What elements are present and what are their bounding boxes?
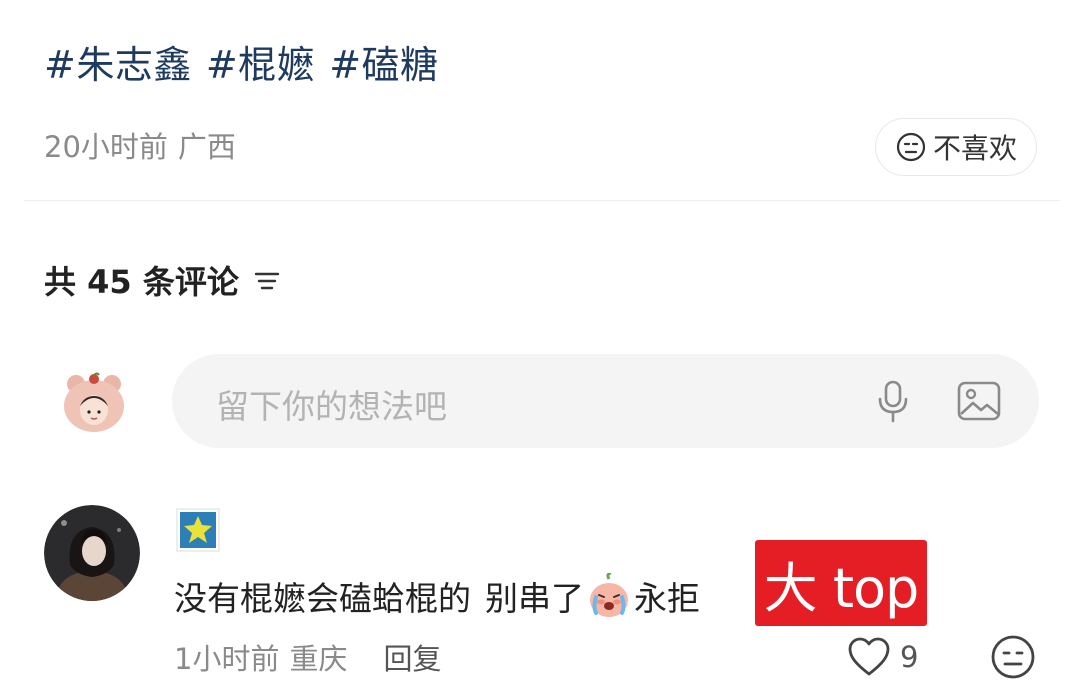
comment-time: 1小时前 bbox=[174, 642, 280, 676]
hashtag-link[interactable]: #棍嬷 bbox=[206, 34, 315, 89]
post-time: 20小时前 bbox=[44, 130, 168, 164]
comment-input-placeholder: 留下你的想法吧 bbox=[216, 387, 447, 426]
comment-text: 没有棍嬷会磕蛤棍的 别串了 永拒 bbox=[174, 566, 700, 626]
avatar[interactable] bbox=[44, 505, 140, 601]
sticker-label: 大 top bbox=[755, 540, 927, 626]
comment-count-label: 共 45 条评论 bbox=[44, 263, 239, 301]
heart-icon bbox=[848, 637, 890, 676]
like-button[interactable]: 9 bbox=[846, 634, 918, 680]
microphone-icon[interactable] bbox=[872, 379, 914, 425]
hashtag-link[interactable]: #磕糖 bbox=[329, 34, 438, 89]
divider bbox=[24, 200, 1060, 201]
crying-peach-emoji bbox=[590, 573, 628, 617]
neutral-face-icon bbox=[896, 132, 926, 162]
comment-meta: 1小时前 重庆 回复 bbox=[174, 636, 441, 678]
comment-text-part: 没有棍嬷会磕蛤棍的 bbox=[174, 579, 471, 618]
post-location: 广西 bbox=[177, 130, 236, 164]
dislike-label: 不喜欢 bbox=[932, 132, 1017, 165]
post-meta: 20小时前 广西 bbox=[44, 124, 236, 166]
hashtag-link[interactable]: #朱志鑫 bbox=[44, 34, 192, 89]
image-icon[interactable] bbox=[956, 380, 1002, 422]
comment-input[interactable]: 留下你的想法吧 bbox=[172, 354, 1039, 448]
comment-location: 重庆 bbox=[289, 642, 348, 676]
sort-lines-icon[interactable] bbox=[251, 264, 283, 296]
comment-count-header: 共 45 条评论 bbox=[44, 256, 283, 304]
comment-text-part: 别串了 bbox=[485, 579, 584, 618]
like-count: 9 bbox=[900, 640, 919, 674]
star-badge-icon bbox=[176, 508, 220, 552]
hashtag-row: #朱志鑫 #棍嬷 #磕糖 bbox=[44, 34, 439, 88]
dislike-button[interactable]: 不喜欢 bbox=[875, 118, 1037, 176]
post-comments-page: #朱志鑫 #棍嬷 #磕糖 20小时前 广西 不喜欢 共 45 条评论 留下你的想… bbox=[0, 0, 1080, 694]
neutral-face-icon[interactable] bbox=[990, 634, 1036, 680]
reply-button[interactable]: 回复 bbox=[383, 636, 441, 678]
avatar[interactable] bbox=[58, 372, 130, 434]
comment-text-part: 永拒 bbox=[634, 579, 700, 618]
